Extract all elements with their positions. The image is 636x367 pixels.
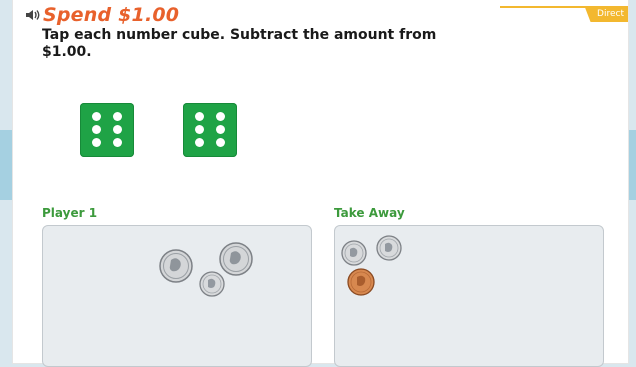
dime-coin[interactable] xyxy=(199,271,225,297)
player-1-label: Player 1 xyxy=(42,206,98,220)
die-pip xyxy=(216,138,225,147)
die-pip xyxy=(216,112,225,121)
die-pip xyxy=(216,125,225,134)
player-1-coin-area[interactable] xyxy=(42,225,312,367)
directions-tab[interactable]: Direct xyxy=(500,6,628,24)
die-pip xyxy=(195,138,204,147)
page-title: Spend $1.00 xyxy=(43,4,180,26)
take-away-coin-area[interactable] xyxy=(334,225,604,367)
number-cube-2[interactable] xyxy=(183,103,237,157)
die-pip xyxy=(195,112,204,121)
take-away-label: Take Away xyxy=(334,206,405,220)
die-pip xyxy=(92,125,101,134)
dime-coin[interactable] xyxy=(341,240,367,266)
instructions-text: Tap each number cube. Subtract the amoun… xyxy=(42,27,437,60)
die-pip xyxy=(113,112,122,121)
quarter-coin[interactable] xyxy=(159,249,193,283)
die-pip xyxy=(113,125,122,134)
die-pip xyxy=(195,125,204,134)
dime-coin[interactable] xyxy=(376,235,402,261)
die-pip xyxy=(113,138,122,147)
penny-coin[interactable] xyxy=(347,268,375,296)
speaker-icon[interactable] xyxy=(24,6,42,24)
die-pip xyxy=(92,112,101,121)
title-row: Spend $1.00 xyxy=(24,4,179,26)
die-pip xyxy=(92,138,101,147)
directions-tab-label: Direct xyxy=(584,7,628,22)
number-cube-1[interactable] xyxy=(80,103,134,157)
